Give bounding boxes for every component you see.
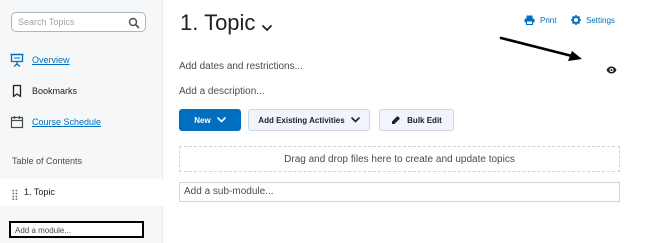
file-dropzone[interactable]: Drag and drop files here to create and u… [179, 146, 620, 172]
chevron-down-icon [216, 117, 226, 123]
annotation-arrow [499, 36, 582, 61]
search-icon[interactable] [128, 16, 140, 29]
pencil-icon [392, 116, 401, 124]
gear-icon [571, 15, 581, 25]
calendar-icon [10, 115, 24, 129]
toc-heading: Table of Contents [12, 156, 83, 166]
add-module-input[interactable]: Add a module... [9, 221, 144, 238]
settings-button[interactable]: Settings [571, 15, 615, 25]
new-button-label[interactable]: New [194, 116, 210, 125]
bulk-edit-button[interactable]: Bulk Edit [379, 109, 454, 131]
printer-icon [524, 15, 535, 25]
toc-item-selected[interactable]: 1. Topic [0, 179, 172, 206]
sidebar-item-label[interactable]: Course Schedule [32, 117, 101, 127]
add-submodule-input[interactable]: Add a sub-module... [179, 182, 620, 202]
settings-label[interactable]: Settings [586, 16, 615, 25]
add-description-link[interactable]: Add a description... [179, 86, 265, 97]
add-existing-label[interactable]: Add Existing Activities [258, 116, 344, 125]
chevron-down-icon [350, 117, 360, 123]
add-existing-activities-button[interactable]: Add Existing Activities [248, 109, 370, 131]
print-button[interactable]: Print [524, 15, 556, 25]
presentation-board-icon [10, 53, 24, 67]
sidebar-item-bookmarks[interactable]: Bookmarks [10, 83, 77, 99]
print-label[interactable]: Print [540, 16, 556, 25]
page-title: 1. Topic [180, 10, 256, 35]
sidebar-item-course-schedule[interactable]: Course Schedule [10, 114, 101, 130]
add-dates-restrictions-link[interactable]: Add dates and restrictions... [179, 61, 303, 72]
sidebar-item-overview[interactable]: Overview [10, 52, 70, 68]
eye-icon[interactable] [606, 61, 617, 74]
search-field[interactable] [11, 12, 146, 32]
toc-item-label[interactable]: 1. Topic [24, 187, 55, 197]
bookmark-icon [10, 84, 24, 98]
bulk-edit-label[interactable]: Bulk Edit [407, 116, 442, 125]
chevron-down-icon[interactable] [261, 20, 273, 31]
dropzone-text: Drag and drop files here to create and u… [284, 153, 515, 165]
new-button[interactable]: New [179, 109, 241, 131]
drag-handle-icon[interactable] [12, 187, 18, 201]
sidebar-item-label[interactable]: Bookmarks [32, 86, 77, 96]
sidebar: Overview Bookmarks Course Schedule Table… [0, 0, 172, 243]
sidebar-item-label[interactable]: Overview [32, 55, 70, 65]
search-input[interactable] [18, 15, 118, 29]
